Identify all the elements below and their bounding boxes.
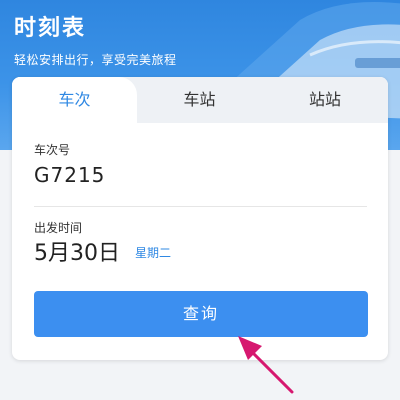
weekday-label: 星期二 [135, 246, 172, 260]
train-number-label: 车次号 [34, 143, 71, 157]
tab-bar: 车次 车站 站站 [12, 77, 388, 123]
page: 时刻表 轻松安排出行，享受完美旅程 车次 车站 站站 车次号 G7215 出发时… [0, 0, 400, 400]
query-button[interactable]: 查询 [34, 291, 368, 337]
train-number-input[interactable]: G7215 [34, 163, 105, 187]
departure-date-picker[interactable]: 5月30日 [34, 235, 120, 267]
divider [34, 206, 367, 207]
departure-time-label: 出发时间 [34, 221, 83, 235]
page-title: 时刻表 [14, 16, 87, 41]
tab-station[interactable]: 车站 [137, 77, 262, 123]
page-subtitle: 轻松安排出行，享受完美旅程 [14, 53, 177, 67]
tab-station-to-station[interactable]: 站站 [262, 77, 388, 123]
tab-train-number[interactable]: 车次 [12, 77, 137, 123]
search-card: 车次 车站 站站 车次号 G7215 出发时间 5月30日 星期二 查询 [12, 77, 388, 360]
